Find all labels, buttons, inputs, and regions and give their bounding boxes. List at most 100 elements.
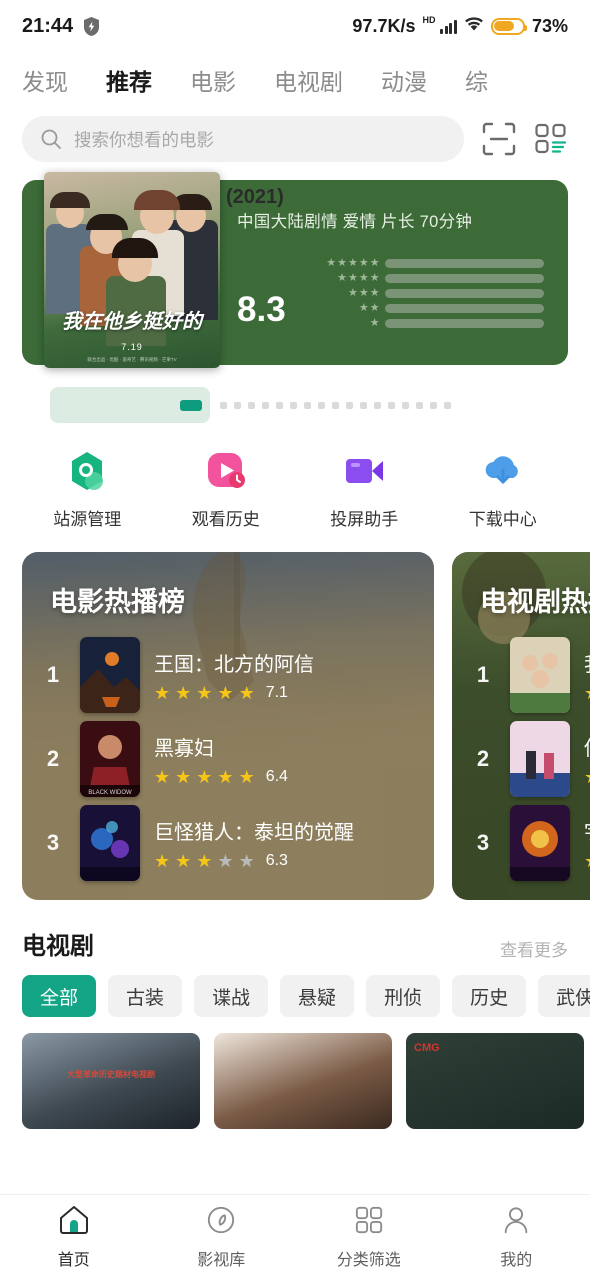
source-manage-icon bbox=[63, 447, 111, 495]
scan-icon[interactable] bbox=[482, 122, 516, 156]
svg-text:BLACK WIDOW: BLACK WIDOW bbox=[88, 790, 132, 796]
tv-thumbnail[interactable] bbox=[214, 1033, 392, 1129]
page-title: 电视剧 bbox=[22, 933, 94, 960]
rank-list: 1 王国：北方的阿信 ★ ★ ★ ★ ★ 7.1 2 BLACK WIDOW 黑… bbox=[40, 633, 416, 885]
shortcut-source-manage[interactable]: 站源管理 bbox=[18, 447, 157, 530]
rating-bar-5: ★ ★ ★ ★ ★ bbox=[308, 258, 544, 269]
shield-icon bbox=[83, 16, 100, 36]
tab-tvseries[interactable]: 电视剧 bbox=[274, 63, 343, 97]
tab-recommend[interactable]: 推荐 bbox=[106, 63, 152, 97]
shortcut-download-center[interactable]: 下载中心 bbox=[434, 447, 573, 530]
status-bar-right: 97.7K/s HD 73% bbox=[352, 15, 568, 37]
rank-score: 6.3 bbox=[265, 852, 288, 869]
featured-score: 8.3 bbox=[237, 290, 286, 329]
nav-label: 首页 bbox=[57, 1252, 90, 1269]
signal-icon bbox=[440, 19, 457, 34]
rank-card-tvseries[interactable]: 电视剧热播榜 1 我在他乡挺好的 ★★★★★ 8.3 2 bbox=[452, 552, 590, 900]
genre-chip-row[interactable]: 全部 古装 谍战 悬疑 刑侦 历史 武侠 bbox=[0, 961, 590, 1017]
shortcut-label: 下载中心 bbox=[468, 510, 537, 529]
rank-number: 3 bbox=[476, 830, 490, 855]
search-placeholder: 搜索你想看的电影 bbox=[74, 129, 214, 150]
stars-1: ★ bbox=[369, 317, 380, 329]
search-input[interactable]: 搜索你想看的电影 bbox=[22, 116, 464, 162]
rank-card-movies[interactable]: 电影热播榜 1 王国：北方的阿信 ★ ★ ★ ★ ★ 7.1 2 BLACK W… bbox=[22, 552, 434, 900]
shortcut-label: 投屏助手 bbox=[330, 510, 399, 529]
rating-distribution: ★ ★ ★ ★ ★ ★ ★ ★ ★ ★ ★ ★ ★ ★ ★ bbox=[308, 258, 544, 331]
tab-discover[interactable]: 发现 bbox=[22, 63, 68, 97]
rank-rating: ★ ★ ★ ★ ★ 6.4 bbox=[154, 767, 288, 787]
rank-title-text: 我在他乡挺好的 bbox=[584, 648, 590, 677]
rank-thumbnail bbox=[80, 805, 140, 881]
rank-number: 2 bbox=[476, 746, 490, 771]
top-tab-bar[interactable]: 发现 推荐 电影 电视剧 动漫 综 bbox=[0, 52, 590, 108]
featured-year: (2021) bbox=[226, 186, 284, 208]
wifi-icon bbox=[464, 16, 484, 37]
shortcut-label: 观看历史 bbox=[191, 510, 260, 529]
featured-poster[interactable]: 我在他乡挺好的 7.19 联合出品 · 优酷 · 爱奇艺 · 腾讯视频 · 芒果… bbox=[44, 172, 220, 368]
rank-item[interactable]: 1 王国：北方的阿信 ★ ★ ★ ★ ★ 7.1 bbox=[40, 633, 416, 717]
rank-item[interactable]: 1 我在他乡挺好的 ★★★★★ 8.3 bbox=[470, 633, 590, 717]
rank-info: 王国：北方的阿信 ★ ★ ★ ★ ★ 7.1 bbox=[154, 648, 314, 702]
stars-4: ★ ★ ★ ★ bbox=[337, 272, 380, 284]
tab-movie[interactable]: 电影 bbox=[190, 63, 236, 97]
rank-thumbnail bbox=[80, 637, 140, 713]
nav-label: 我的 bbox=[500, 1252, 533, 1269]
carousel-pager[interactable] bbox=[0, 365, 590, 423]
rank-item[interactable]: 2 BLACK WIDOW 黑寡妇 ★ ★ ★ ★ ★ 6.4 bbox=[40, 717, 416, 801]
rank-rating: ★ ★ ★ ★ ★ 7.1 bbox=[154, 683, 288, 703]
chip-costume[interactable]: 古装 bbox=[108, 975, 183, 1017]
tv-thumbnail[interactable]: CMG bbox=[406, 1033, 584, 1129]
nav-item-filter[interactable]: 分类筛选 bbox=[295, 1205, 443, 1270]
rank-list: 1 我在他乡挺好的 ★★★★★ 8.3 2 你是我的 bbox=[470, 633, 590, 885]
shortcut-row: 站源管理 观看历史 投屏助手 下载中心 bbox=[0, 423, 590, 530]
tv-thumbnail[interactable]: 大型革命历史题材电视剧 bbox=[22, 1033, 200, 1129]
home-icon bbox=[58, 1205, 90, 1240]
nav-item-profile[interactable]: 我的 bbox=[443, 1205, 590, 1270]
cmg-logo: CMG bbox=[414, 1042, 440, 1054]
rating-bar-4: ★ ★ ★ ★ bbox=[308, 273, 544, 284]
chip-history[interactable]: 历史 bbox=[452, 975, 527, 1017]
poster-artwork bbox=[44, 172, 220, 368]
rank-card-carousel[interactable]: 电影热播榜 1 王国：北方的阿信 ★ ★ ★ ★ ★ 7.1 2 BLACK W… bbox=[0, 530, 590, 900]
nav-item-home[interactable]: 首页 bbox=[0, 1205, 148, 1270]
chip-spy[interactable]: 谍战 bbox=[194, 975, 269, 1017]
rank-title-text: 巨怪猎人：泰坦的觉醒 bbox=[154, 822, 354, 844]
chip-suspense[interactable]: 悬疑 bbox=[280, 975, 355, 1017]
search-row: 搜索你想看的电影 bbox=[0, 108, 590, 162]
rank-thumbnail bbox=[510, 637, 570, 713]
cast-screen-icon bbox=[340, 447, 388, 495]
rank-info: 黑寡妇 ★ ★ ★ ★ ★ 6.4 bbox=[154, 732, 288, 786]
battery-level: 73% bbox=[531, 15, 568, 36]
tab-anime[interactable]: 动漫 bbox=[381, 63, 427, 97]
chip-all[interactable]: 全部 bbox=[22, 975, 97, 1017]
tab-variety[interactable]: 综 bbox=[465, 63, 488, 97]
tv-thumbnail-row[interactable]: 大型革命历史题材电视剧 CMG bbox=[0, 1017, 590, 1129]
rank-title-text: 王国：北方的阿信 bbox=[154, 654, 314, 676]
rank-number: 1 bbox=[476, 662, 490, 687]
stars-5: ★ ★ ★ ★ ★ bbox=[326, 257, 380, 269]
battery-icon bbox=[490, 17, 527, 35]
network-speed: 97.7K/s bbox=[352, 15, 416, 36]
shortcut-cast-screen[interactable]: 投屏助手 bbox=[295, 447, 434, 530]
nav-label: 影视库 bbox=[197, 1252, 246, 1269]
person-icon bbox=[500, 1205, 532, 1240]
chip-wuxia[interactable]: 武侠 bbox=[538, 975, 590, 1017]
rank-thumbnail: BLACK WIDOW bbox=[80, 721, 140, 797]
status-bar-left: 21:44 bbox=[22, 15, 100, 38]
view-more-link[interactable]: 查看更多 bbox=[500, 936, 568, 961]
rank-number: 3 bbox=[46, 830, 60, 855]
rank-item[interactable]: 2 你是我的荣耀 ★★★★★ 7.8 bbox=[470, 717, 590, 801]
rank-info: 宇宙的尽头 ★★★★★ 6.9 bbox=[584, 816, 590, 870]
rank-rating: ★★★★★ 7.8 bbox=[584, 768, 590, 786]
rank-item[interactable]: 3 宇宙的尽头 ★★★★★ 6.9 bbox=[470, 801, 590, 885]
rank-item[interactable]: 3 巨怪猎人：泰坦的觉醒 ★ ★ ★ ★ ★ 6.3 bbox=[40, 801, 416, 885]
nav-item-library[interactable]: 影视库 bbox=[148, 1205, 296, 1270]
chip-crime[interactable]: 刑侦 bbox=[366, 975, 441, 1017]
grid-list-icon[interactable] bbox=[534, 122, 568, 156]
shortcut-watch-history[interactable]: 观看历史 bbox=[157, 447, 296, 530]
featured-banner[interactable]: (2021) 中国大陆剧情 爱情 片长 70分钟 8.3 ★ ★ ★ ★ ★ ★ ★ ★ ★ … bbox=[0, 162, 590, 368]
bottom-nav-bar[interactable]: 首页 影视库 分类筛选 我的 bbox=[0, 1194, 590, 1280]
rating-bar-2: ★ ★ bbox=[308, 303, 544, 314]
rank-rating: ★ ★ ★ ★ ★ 6.3 bbox=[154, 851, 288, 871]
rank-card-title: 电视剧热播榜 bbox=[480, 587, 590, 617]
